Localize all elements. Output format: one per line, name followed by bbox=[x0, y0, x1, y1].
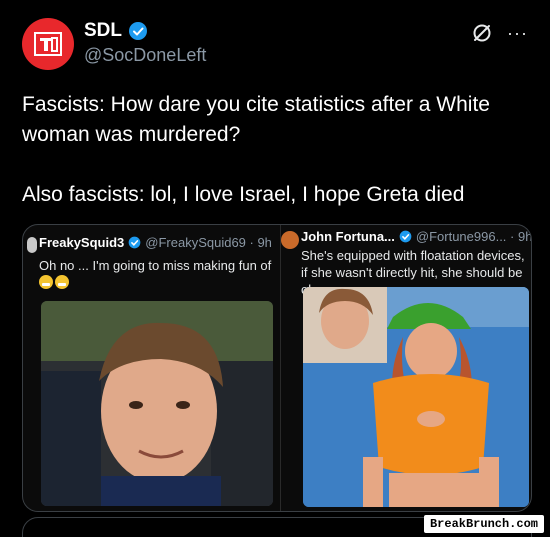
quoted-post-right[interactable]: John Fortuna... @Fortune996... · 9h She'… bbox=[291, 225, 532, 511]
beach-illustration bbox=[303, 287, 529, 507]
quoted-left-text: Oh no ... I'm going to miss making fun o… bbox=[39, 258, 272, 273]
author-name[interactable]: SDL bbox=[84, 20, 122, 42]
photo-beach[interactable] bbox=[303, 287, 529, 507]
verified-badge-icon bbox=[129, 22, 147, 40]
quoted-image-collage[interactable]: FreakySquid3 @FreakySquid69 · 9h Oh no .… bbox=[22, 224, 532, 512]
quoted-post-left[interactable]: FreakySquid3 @FreakySquid69 · 9h Oh no .… bbox=[23, 225, 281, 511]
quoted-right-handle: @Fortune996... · 9h bbox=[415, 229, 532, 244]
tweet-line: Also fascists: lol, I love Israel, I hop… bbox=[22, 183, 465, 206]
photo-portrait[interactable] bbox=[41, 301, 273, 506]
grimace-emoji-icon bbox=[39, 275, 53, 289]
quoted-right-header: John Fortuna... @Fortune996... · 9h bbox=[301, 229, 532, 244]
grimace-emoji-icon bbox=[55, 275, 69, 289]
author-name-row: SDL bbox=[84, 20, 148, 42]
watermark: BreakBrunch.com bbox=[423, 515, 544, 533]
verified-badge-icon bbox=[399, 230, 412, 243]
header-actions: ··· bbox=[471, 22, 528, 44]
tweet-line: Fascists: How dare you cite statistics a… bbox=[22, 93, 490, 116]
tweet-line: woman was murdered? bbox=[22, 123, 241, 146]
tweet-header: SDL @SocDoneLeft ··· bbox=[22, 18, 532, 70]
sdl-logo-icon bbox=[34, 32, 62, 56]
tweet-body: Fascists: How dare you cite statistics a… bbox=[22, 90, 532, 210]
more-icon[interactable]: ··· bbox=[507, 24, 528, 42]
quoted-left-name: FreakySquid3 bbox=[39, 235, 125, 250]
avatar[interactable] bbox=[22, 18, 74, 70]
quoted-left-header: FreakySquid3 @FreakySquid69 · 9h bbox=[39, 235, 272, 250]
emoji-row bbox=[39, 275, 69, 289]
verified-badge-icon bbox=[128, 236, 141, 249]
grok-icon[interactable] bbox=[471, 22, 493, 44]
mini-avatar bbox=[27, 237, 37, 253]
quoted-right-name: John Fortuna... bbox=[301, 229, 395, 244]
author-handle[interactable]: @SocDoneLeft bbox=[84, 45, 206, 66]
quoted-left-handle: @FreakySquid69 · 9h bbox=[145, 235, 272, 250]
portrait-illustration bbox=[41, 301, 273, 506]
